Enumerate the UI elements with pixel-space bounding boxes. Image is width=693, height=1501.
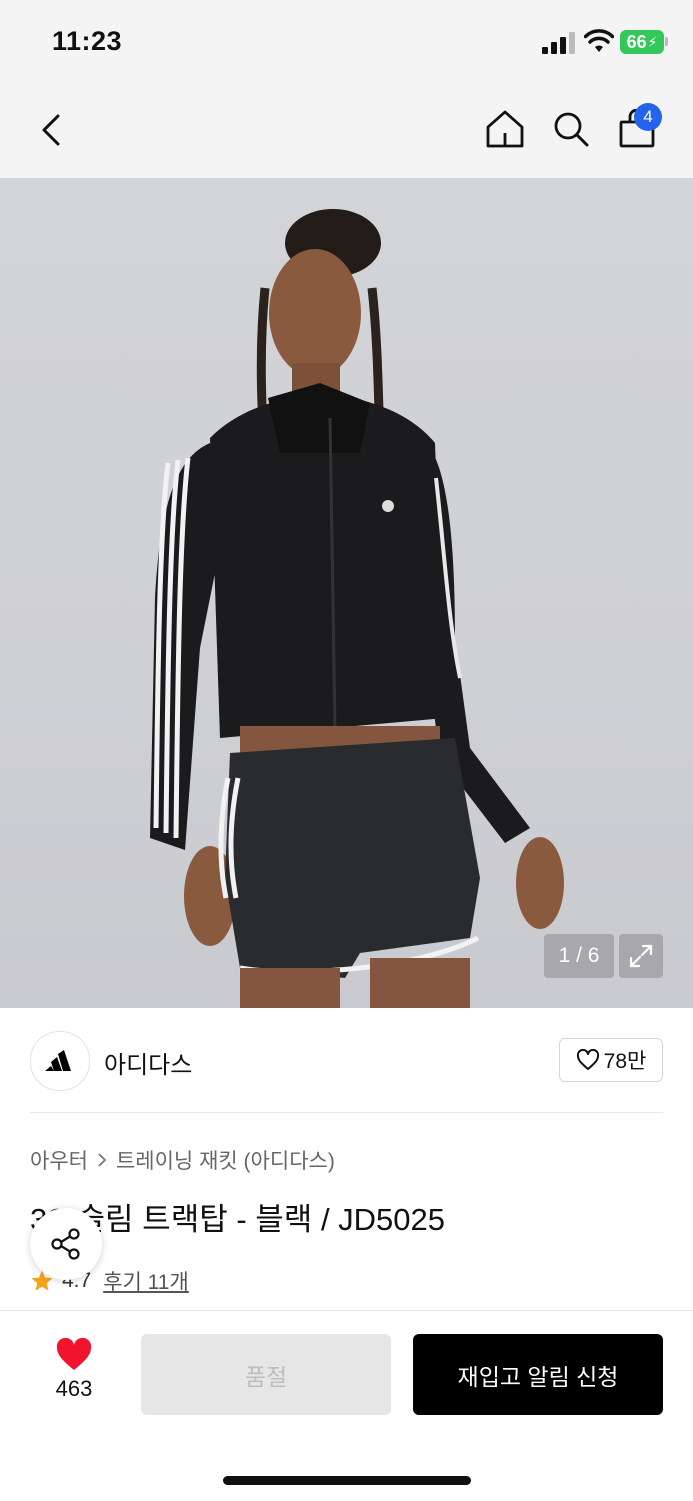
charging-bolt-icon: ⚡	[647, 33, 658, 50]
status-time: 11:23	[52, 26, 123, 56]
adidas-logo	[45, 1050, 71, 1071]
divider	[30, 1112, 663, 1113]
breadcrumb: 아우터 트레이닝 재킷 (아디다스)	[30, 1145, 335, 1175]
home-button[interactable]	[482, 106, 528, 152]
nav-bar	[0, 84, 693, 178]
brand-like-button[interactable]: 78만	[559, 1038, 663, 1082]
back-button[interactable]	[30, 108, 74, 152]
heart-filled-icon	[56, 1338, 92, 1370]
brand-like-count: 78만	[603, 1050, 647, 1073]
search-button[interactable]	[548, 106, 594, 152]
soldout-button: 품절	[141, 1334, 391, 1415]
signal-icon	[542, 32, 575, 54]
status-bar: 11:23 66 ⚡	[0, 0, 693, 84]
product-image[interactable]	[0, 178, 693, 1008]
restock-alert-button[interactable]: 재입고 알림 신청	[413, 1334, 663, 1415]
heart-outline-icon	[576, 1049, 599, 1070]
share-icon	[51, 1228, 80, 1260]
image-counter: 1 / 6	[544, 934, 614, 978]
wifi-icon	[584, 29, 614, 52]
battery-level: 66	[626, 31, 647, 52]
breadcrumb-category[interactable]: 아우터	[30, 1145, 88, 1175]
product-photo	[150, 209, 564, 1008]
share-button[interactable]	[30, 1208, 102, 1280]
expand-icon	[629, 944, 653, 968]
battery-tip	[665, 37, 668, 46]
back-arrow-icon	[42, 114, 60, 146]
home-indicator	[223, 1476, 471, 1485]
home-icon	[486, 110, 524, 148]
breadcrumb-subcategory[interactable]: 트레이닝 재킷 (아디다스)	[116, 1145, 335, 1175]
battery-icon: 66 ⚡	[620, 30, 664, 54]
chevron-right-icon	[98, 1153, 107, 1167]
wishlist-count: 463	[55, 1376, 93, 1401]
cart-count-badge: 4	[634, 103, 662, 131]
brand-logo-button[interactable]	[30, 1031, 90, 1091]
wishlist-button[interactable]: 463	[40, 1338, 108, 1408]
review-link[interactable]: 후기 11개	[103, 1266, 189, 1296]
expand-image-button[interactable]	[619, 934, 663, 978]
search-icon	[554, 112, 589, 147]
brand-name[interactable]: 아디다스	[104, 1045, 192, 1080]
